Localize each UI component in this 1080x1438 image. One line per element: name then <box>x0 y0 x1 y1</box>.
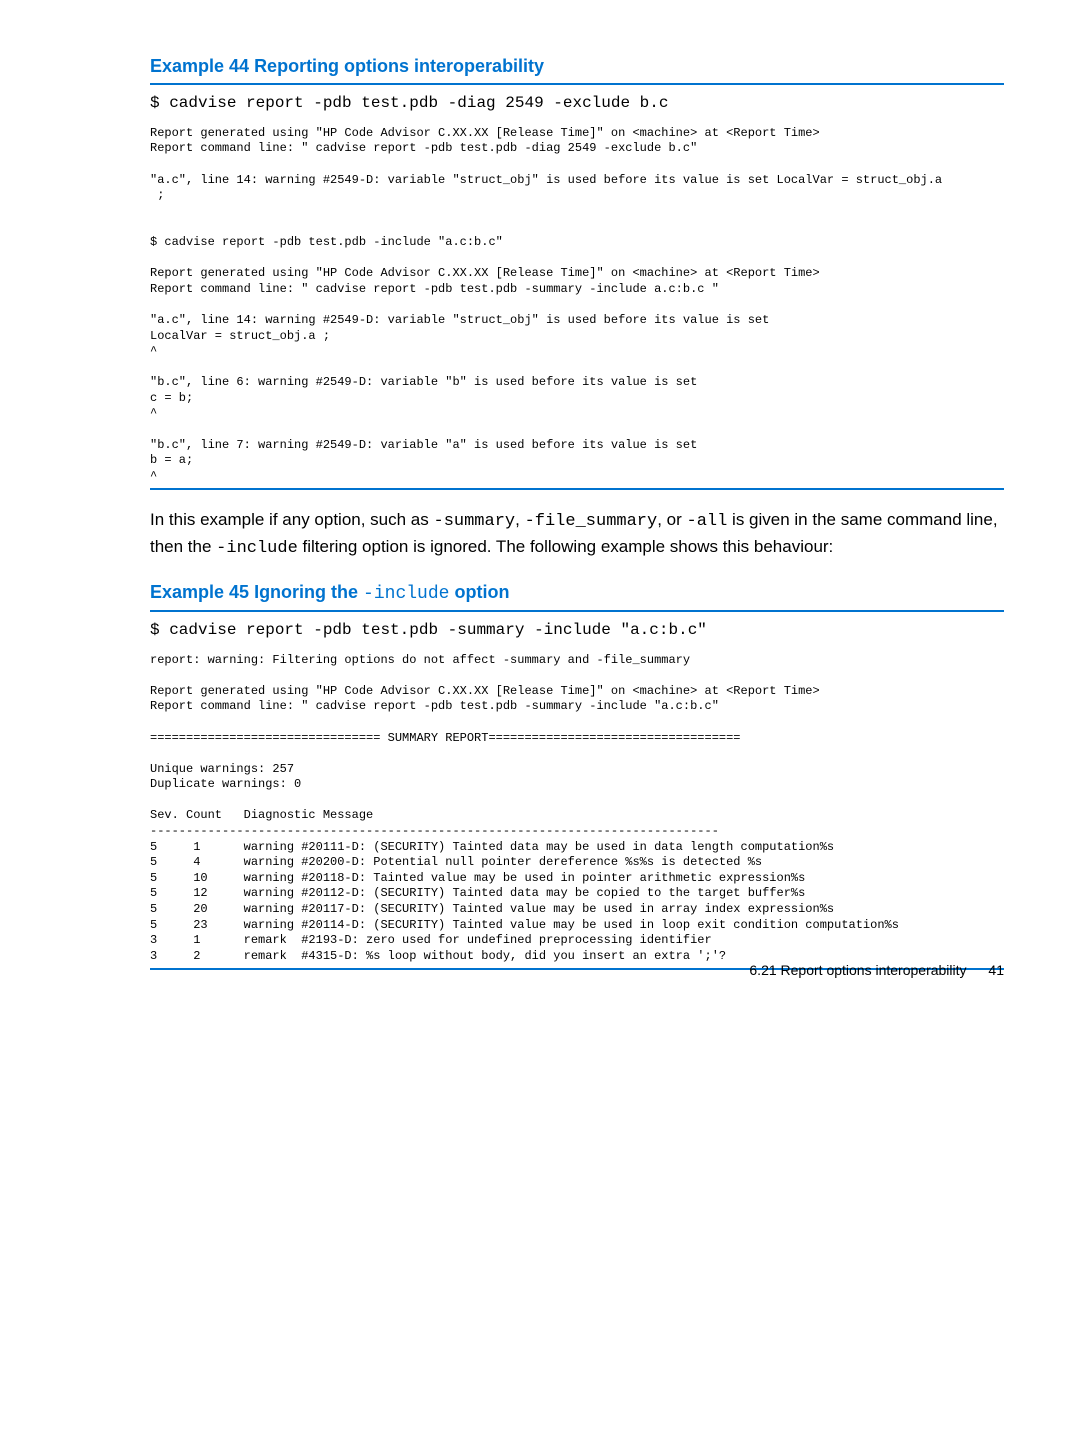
example-44-code: $ cadvise report -pdb test.pdb -diag 254… <box>150 93 1004 484</box>
footer-section: 6.21 Report options interoperability <box>749 962 966 978</box>
para-text: filtering option is ignored. The followi… <box>298 537 833 556</box>
heading-text: Example 45 Ignoring the <box>150 582 363 602</box>
example-45-command: $ cadvise report -pdb test.pdb -summary … <box>150 620 1004 641</box>
page-container: Example 44 Reporting options interoperab… <box>0 0 1080 1018</box>
footer-page-number: 41 <box>988 962 1004 978</box>
para-text: , <box>515 510 524 529</box>
divider <box>150 488 1004 490</box>
inline-code: -summary <box>434 512 516 531</box>
inline-code: -file_summary <box>525 512 658 531</box>
example-44-command: $ cadvise report -pdb test.pdb -diag 254… <box>150 93 1004 114</box>
para-text: , or <box>657 510 686 529</box>
para-text: In this example if any option, such as <box>150 510 434 529</box>
inline-code: -include <box>363 584 449 604</box>
example-45-code: $ cadvise report -pdb test.pdb -summary … <box>150 620 1004 965</box>
inline-code: -include <box>216 539 298 558</box>
heading-text: option <box>449 582 509 602</box>
example-45-heading: Example 45 Ignoring the -include option <box>150 582 1004 604</box>
example-44-heading: Example 44 Reporting options interoperab… <box>150 56 1004 77</box>
page-footer: 6.21 Report options interoperability 41 <box>749 962 1004 978</box>
divider <box>150 610 1004 612</box>
body-paragraph: In this example if any option, such as -… <box>150 508 1004 561</box>
inline-code: -all <box>687 512 728 531</box>
example-45-output: report: warning: Filtering options do no… <box>150 653 899 963</box>
example-44-output: Report generated using "HP Code Advisor … <box>150 126 942 483</box>
divider <box>150 83 1004 85</box>
